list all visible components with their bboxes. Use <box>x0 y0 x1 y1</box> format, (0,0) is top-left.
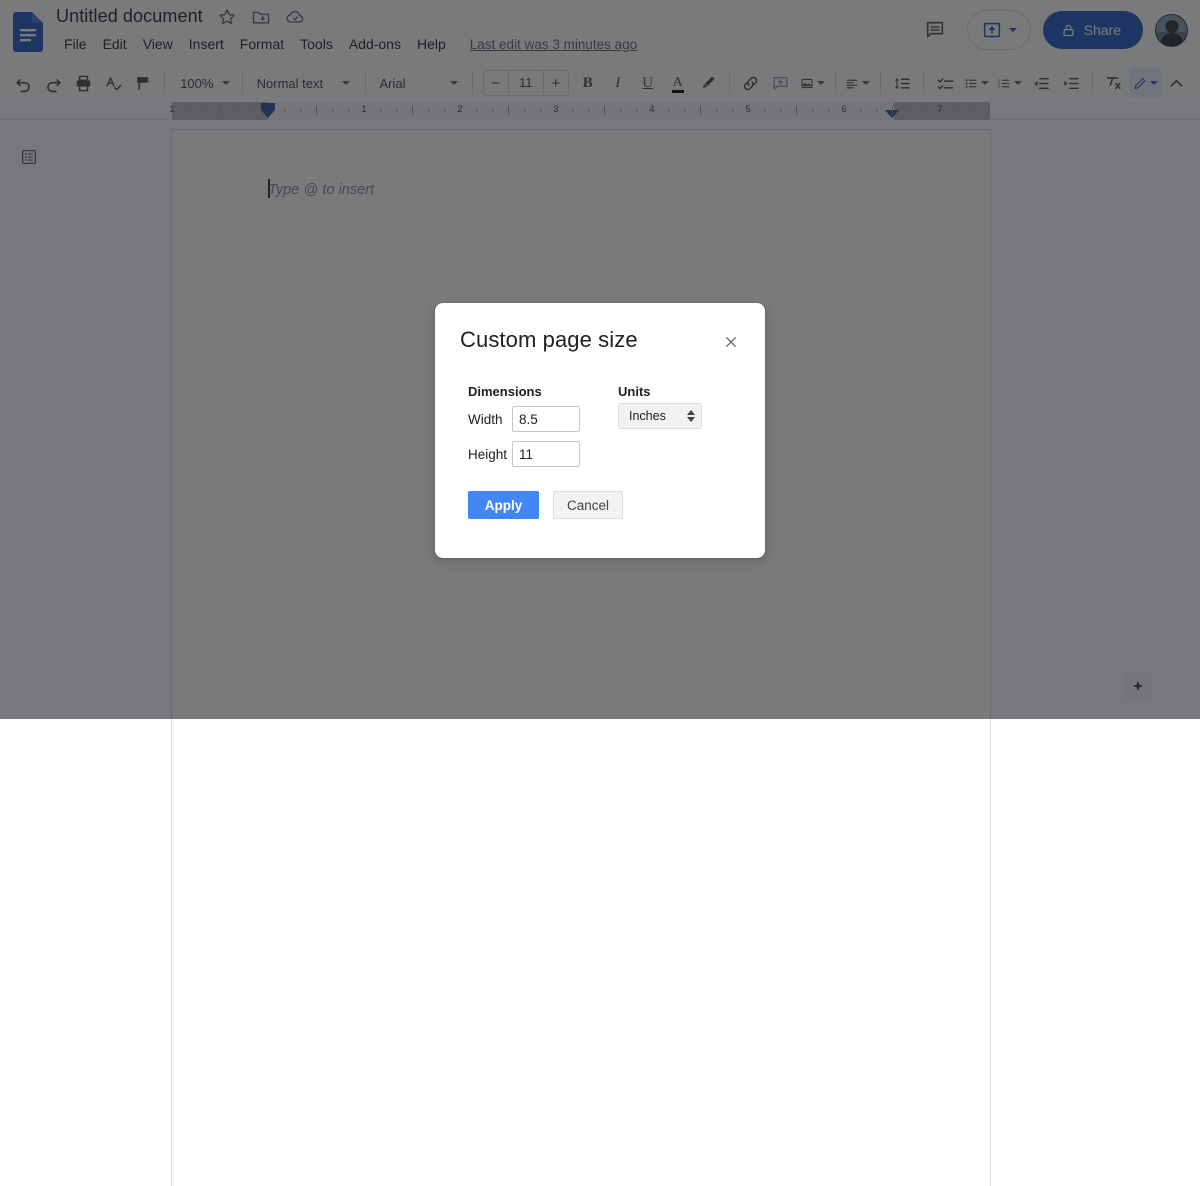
spinner-arrows-icon <box>687 410 695 422</box>
height-field-row: Height <box>468 441 580 467</box>
units-select[interactable]: Inches <box>618 403 702 429</box>
dialog-button-row: Apply Cancel <box>468 491 623 519</box>
height-label: Height <box>468 447 512 462</box>
cancel-button[interactable]: Cancel <box>553 491 623 519</box>
dialog-title: Custom page size <box>460 327 638 353</box>
units-select-value: Inches <box>629 409 666 423</box>
width-field-row: Width <box>468 406 580 432</box>
width-label: Width <box>468 412 512 427</box>
width-input[interactable] <box>512 406 580 432</box>
close-icon[interactable] <box>719 330 743 354</box>
height-input[interactable] <box>512 441 580 467</box>
apply-button[interactable]: Apply <box>468 491 539 519</box>
units-label: Units <box>618 384 651 399</box>
custom-page-size-dialog: Custom page size Dimensions Units Width … <box>435 303 765 558</box>
dimensions-label: Dimensions <box>468 384 542 399</box>
